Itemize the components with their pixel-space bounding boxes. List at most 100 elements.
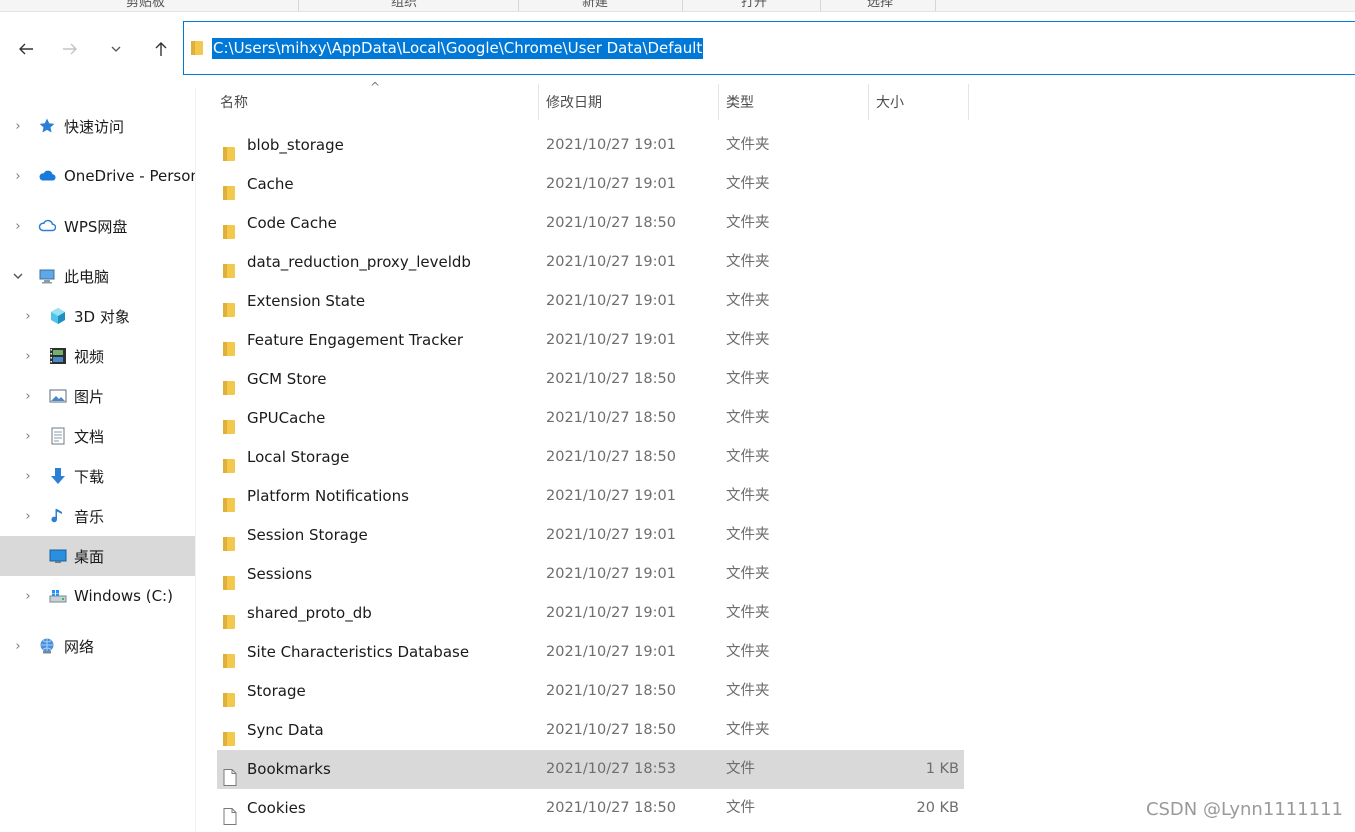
file-type: 文件夹 [726, 566, 770, 582]
column-divider[interactable] [968, 84, 969, 120]
sidebar-item-network[interactable]: › 网络 [0, 626, 195, 666]
file-row[interactable]: Session Storage 2021/10/27 19:01 文件夹 [217, 516, 964, 555]
column-header-size[interactable]: 大小 [872, 84, 968, 120]
folder-icon [223, 255, 237, 278]
column-divider[interactable] [718, 84, 719, 120]
sidebar-item-wps-drive[interactable]: › WPS网盘 [0, 206, 195, 246]
chevron-right-icon[interactable]: › [22, 309, 34, 324]
file-icon [223, 801, 237, 825]
file-type: 文件夹 [726, 527, 770, 543]
sidebar-item-label: 音乐 [74, 507, 105, 526]
file-type: 文件夹 [726, 137, 770, 153]
up-button[interactable] [148, 36, 174, 62]
file-modified-date: 2021/10/27 19:01 [546, 332, 676, 348]
file-row[interactable]: Cache 2021/10/27 19:01 文件夹 [217, 165, 964, 204]
file-row[interactable]: shared_proto_db 2021/10/27 19:01 文件夹 [217, 594, 964, 633]
file-modified-date: 2021/10/27 18:50 [546, 800, 676, 816]
ribbon-bar: 剪贴板 组织 新建 打开 选择 [0, 0, 1355, 12]
file-name: Cookies [247, 799, 306, 817]
file-row[interactable]: Extension State 2021/10/27 19:01 文件夹 [217, 282, 964, 321]
file-row[interactable]: Sync Data 2021/10/27 18:50 文件夹 [217, 711, 964, 750]
file-modified-date: 2021/10/27 18:50 [546, 449, 676, 465]
file-row[interactable]: Feature Engagement Tracker 2021/10/27 19:… [217, 321, 964, 360]
file-type: 文件 [726, 761, 755, 777]
folder-icon [223, 450, 237, 473]
sidebar-item-windows-c[interactable]: › Windows (C:) [0, 576, 195, 616]
star-icon [39, 118, 55, 133]
desktop-icon [49, 549, 67, 563]
file-row[interactable]: Storage 2021/10/27 18:50 文件夹 [217, 672, 964, 711]
sidebar-item-3d-objects[interactable]: › 3D 对象 [0, 296, 195, 336]
sidebar-item-label: 文档 [74, 427, 105, 446]
file-row[interactable]: Platform Notifications 2021/10/27 19:01 文件… [217, 477, 964, 516]
file-modified-date: 2021/10/27 19:01 [546, 527, 676, 543]
film-icon [50, 348, 66, 364]
file-row[interactable]: Bookmarks 2021/10/27 18:53 文件 1 KB [217, 750, 964, 789]
sidebar-item-onedrive[interactable]: › OneDrive - Personal [0, 156, 195, 196]
address-bar[interactable]: C:\Users\mihxy\AppData\Local\Google\Chro… [183, 21, 1355, 75]
chevron-right-icon[interactable]: › [22, 589, 34, 604]
file-size: 1 KB [925, 761, 959, 777]
folder-icon [223, 489, 237, 512]
sidebar-item-pictures[interactable]: › 图片 [0, 376, 195, 416]
chevron-right-icon[interactable]: › [12, 169, 24, 184]
ribbon-group-new[interactable]: 新建 [582, 0, 608, 10]
file-modified-date: 2021/10/27 18:50 [546, 215, 676, 231]
file-row[interactable]: Sessions 2021/10/27 19:01 文件夹 [217, 555, 964, 594]
file-modified-date: 2021/10/27 19:01 [546, 254, 676, 270]
file-size: 20 KB [916, 800, 959, 816]
file-row[interactable]: Local Storage 2021/10/27 18:50 文件夹 [217, 438, 964, 477]
file-row[interactable]: GPUCache 2021/10/27 18:50 文件夹 [217, 399, 964, 438]
file-row[interactable]: Cookies 2021/10/27 18:50 文件 20 KB [217, 789, 964, 828]
column-divider[interactable] [538, 84, 539, 120]
column-header-type[interactable]: 类型 [722, 84, 868, 120]
chevron-right-icon[interactable]: › [12, 639, 24, 654]
sidebar-item-quick-access[interactable]: › 快速访问 [0, 106, 195, 146]
file-name: Local Storage [247, 448, 350, 466]
ribbon-group-open[interactable]: 打开 [741, 0, 767, 10]
file-row[interactable]: Site Characteristics Database 2021/10/27 … [217, 633, 964, 672]
ribbon-group-clipboard[interactable]: 剪贴板 [126, 0, 165, 10]
file-type: 文件夹 [726, 293, 770, 309]
file-name: Storage [247, 682, 306, 700]
sidebar-item-this-pc[interactable]: 此电脑 [0, 256, 195, 296]
column-header-name[interactable]: 名称 [216, 84, 538, 120]
chevron-down-icon[interactable] [12, 270, 24, 282]
ribbon-group-organize[interactable]: 组织 [391, 0, 417, 10]
column-header-date[interactable]: 修改日期 [542, 84, 718, 120]
chevron-right-icon[interactable]: › [12, 119, 24, 134]
file-row[interactable]: blob_storage 2021/10/27 19:01 文件夹 [217, 126, 964, 165]
ribbon-separator [518, 0, 519, 11]
file-type: 文件夹 [726, 449, 770, 465]
back-button[interactable] [13, 36, 39, 62]
forward-button[interactable] [57, 36, 83, 62]
sidebar-item-documents[interactable]: › 文档 [0, 416, 195, 456]
folder-icon [223, 333, 237, 356]
recent-locations-button[interactable] [103, 36, 129, 62]
ribbon-separator [820, 0, 821, 11]
folder-icon [223, 411, 237, 434]
sidebar-item-music[interactable]: › 音乐 [0, 496, 195, 536]
file-row[interactable]: GCM Store 2021/10/27 18:50 文件夹 [217, 360, 964, 399]
chevron-right-icon[interactable]: › [22, 509, 34, 524]
sidebar-item-videos[interactable]: › 视频 [0, 336, 195, 376]
address-path[interactable]: C:\Users\mihxy\AppData\Local\Google\Chro… [212, 38, 704, 59]
file-name: Bookmarks [247, 760, 331, 778]
file-type: 文件夹 [726, 371, 770, 387]
sidebar-item-desktop[interactable]: 桌面 [0, 536, 195, 576]
chevron-right-icon[interactable]: › [22, 469, 34, 484]
file-row[interactable]: Code Cache 2021/10/27 18:50 文件夹 [217, 204, 964, 243]
chevron-right-icon[interactable]: › [22, 389, 34, 404]
navigation-pane: › 快速访问 › OneDrive - Personal › WPS网盘 此电脑… [0, 88, 196, 832]
chevron-right-icon[interactable]: › [12, 219, 24, 234]
chevron-right-icon[interactable]: › [22, 429, 34, 444]
file-row[interactable]: data_reduction_proxy_leveldb 2021/10/27 1… [217, 243, 964, 282]
file-type: 文件夹 [726, 410, 770, 426]
file-type: 文件夹 [726, 332, 770, 348]
column-divider[interactable] [868, 84, 869, 120]
file-modified-date: 2021/10/27 18:50 [546, 683, 676, 699]
ribbon-group-select[interactable]: 选择 [867, 0, 893, 10]
sidebar-item-downloads[interactable]: › 下载 [0, 456, 195, 496]
chevron-right-icon[interactable]: › [22, 349, 34, 364]
file-name: Sessions [247, 565, 313, 583]
